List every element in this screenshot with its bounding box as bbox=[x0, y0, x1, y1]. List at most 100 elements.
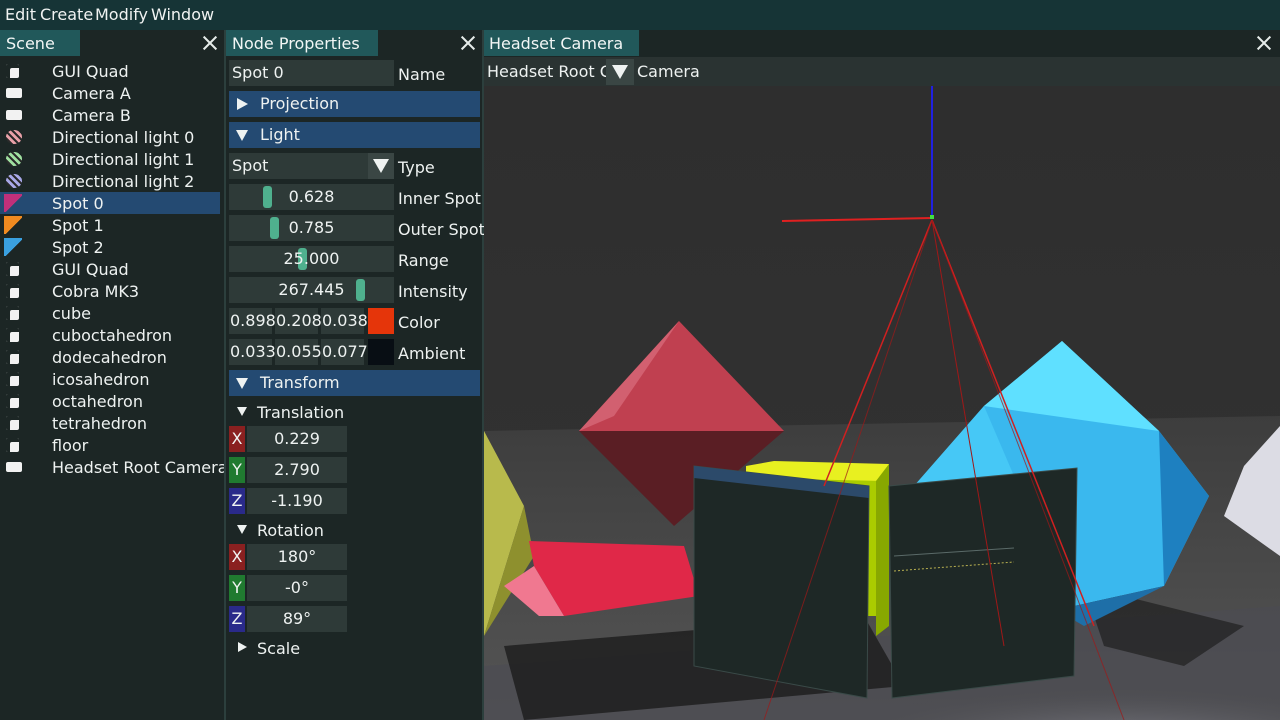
scene-item-label: Directional light 2 bbox=[52, 172, 195, 191]
scene-item[interactable]: tetrahedron bbox=[0, 412, 220, 434]
scene-item-label: Headset Root Camera bbox=[52, 458, 228, 477]
menu-bar: Edit Create Modify Window bbox=[0, 0, 1280, 30]
scene-item-label: octahedron bbox=[52, 392, 143, 411]
scene-item[interactable]: Directional light 0 bbox=[0, 126, 220, 148]
scene-item[interactable]: Spot 1 bbox=[0, 214, 220, 236]
scene-item-label: Cobra MK3 bbox=[52, 282, 140, 301]
scene-item[interactable]: Spot 2 bbox=[0, 236, 220, 258]
outer-spot-label: Outer Spot bbox=[398, 220, 485, 239]
scene-item[interactable]: Camera A bbox=[0, 82, 220, 104]
scene-item[interactable]: GUI Quad bbox=[0, 258, 220, 280]
ambient-g-input[interactable]: 0.055 bbox=[275, 339, 322, 365]
color-r-input[interactable]: 0.898 bbox=[229, 308, 276, 334]
camera-icon bbox=[6, 110, 22, 120]
rotation-tree-node[interactable]: Rotation bbox=[233, 518, 433, 542]
chevron-down-icon bbox=[237, 407, 247, 416]
gui-quad-left bbox=[693, 465, 870, 699]
scene-tab[interactable]: Scene bbox=[0, 30, 80, 56]
dropdown-button[interactable] bbox=[606, 59, 634, 85]
scene-item[interactable]: Spot 0 bbox=[0, 192, 220, 214]
color-b-input[interactable]: 0.038 bbox=[321, 308, 368, 334]
scene-item-label: Camera A bbox=[52, 84, 131, 103]
mesh-icon bbox=[6, 306, 19, 320]
close-icon[interactable] bbox=[200, 33, 220, 53]
close-icon[interactable] bbox=[1254, 33, 1274, 53]
translation-y-input[interactable]: 2.790 bbox=[247, 457, 347, 483]
scene-title: Scene bbox=[6, 34, 55, 53]
light-type-select[interactable]: Spot bbox=[229, 153, 394, 179]
name-label: Name bbox=[398, 65, 446, 84]
color-g-input[interactable]: 0.208 bbox=[275, 308, 322, 334]
headset-camera-tab[interactable]: Headset Camera bbox=[484, 30, 639, 56]
scene-item-label: cuboctahedron bbox=[52, 326, 173, 345]
chevron-right-icon bbox=[237, 98, 248, 110]
ambient-r-input[interactable]: 0.033 bbox=[229, 339, 276, 365]
viewport-toolbar: Headset Root Ca Camera bbox=[484, 57, 1280, 86]
rotation-z-input[interactable]: 89° bbox=[247, 606, 347, 632]
scene-item[interactable]: dodecahedron bbox=[0, 346, 220, 368]
headset-camera-panel: Headset Camera Headset Root Ca Camera bbox=[484, 30, 1280, 86]
headset-camera-title: Headset Camera bbox=[489, 34, 624, 53]
gui-quad-icon bbox=[6, 64, 19, 78]
scene-item[interactable]: GUI Quad bbox=[0, 60, 220, 82]
range-slider[interactable]: 25.000 bbox=[229, 246, 394, 272]
color-swatch[interactable] bbox=[368, 308, 394, 334]
scene-item[interactable]: cube bbox=[0, 302, 220, 324]
scene-item-label: GUI Quad bbox=[52, 62, 129, 81]
scene-item-label: Directional light 1 bbox=[52, 150, 195, 169]
axis-x-tag: X bbox=[229, 544, 245, 570]
intensity-slider[interactable]: 267.445 bbox=[229, 277, 394, 303]
outer-spot-slider[interactable]: 0.785 bbox=[229, 215, 394, 241]
scene-item[interactable]: Cobra MK3 bbox=[0, 280, 220, 302]
scene-item-label: Camera B bbox=[52, 106, 131, 125]
mesh-icon bbox=[6, 350, 19, 364]
scene-item[interactable]: cuboctahedron bbox=[0, 324, 220, 346]
chevron-down-icon bbox=[373, 159, 389, 173]
scene-item[interactable]: floor bbox=[0, 434, 220, 456]
scene-item[interactable]: Headset Root Camera bbox=[0, 456, 228, 478]
translation-z-input[interactable]: -1.190 bbox=[247, 488, 347, 514]
scene-item-label: dodecahedron bbox=[52, 348, 167, 367]
ambient-b-input[interactable]: 0.077 bbox=[321, 339, 368, 365]
ambient-label: Ambient bbox=[398, 344, 466, 363]
chevron-down-icon bbox=[612, 65, 628, 79]
inner-spot-slider[interactable]: 0.628 bbox=[229, 184, 394, 210]
node-properties-title: Node Properties bbox=[232, 34, 360, 53]
cube-side bbox=[876, 464, 889, 636]
menu-window[interactable]: Window bbox=[151, 5, 214, 24]
translation-tree-node[interactable]: Translation bbox=[233, 400, 433, 424]
menu-modify[interactable]: Modify bbox=[95, 5, 148, 24]
transform-section-header[interactable]: Transform bbox=[229, 370, 480, 396]
scene-item[interactable]: icosahedron bbox=[0, 368, 220, 390]
close-icon[interactable] bbox=[458, 33, 478, 53]
scene-item-label: floor bbox=[52, 436, 89, 455]
scene-item[interactable]: Directional light 2 bbox=[0, 170, 220, 192]
mesh-icon bbox=[6, 416, 19, 430]
translation-x-input[interactable]: 0.229 bbox=[247, 426, 347, 452]
color-label: Color bbox=[398, 313, 440, 332]
3d-viewport[interactable] bbox=[484, 86, 1280, 720]
axis-y-tag: Y bbox=[229, 575, 245, 601]
menu-edit[interactable]: Edit bbox=[5, 5, 36, 24]
node-properties-tab[interactable]: Node Properties bbox=[226, 30, 378, 56]
mesh-icon bbox=[6, 328, 19, 342]
menu-create[interactable]: Create bbox=[40, 5, 93, 24]
type-label: Type bbox=[398, 158, 435, 177]
camera-select[interactable]: Headset Root Ca bbox=[484, 59, 634, 85]
light-section-header[interactable]: Light bbox=[229, 122, 480, 148]
scene-item[interactable]: octahedron bbox=[0, 390, 220, 412]
axis-z-tag: Z bbox=[229, 606, 245, 632]
axis-z-tag: Z bbox=[229, 488, 245, 514]
scene-item-label: Directional light 0 bbox=[52, 128, 195, 147]
ambient-swatch[interactable] bbox=[368, 339, 394, 365]
directional-light-icon bbox=[6, 152, 22, 166]
rotation-y-input[interactable]: -0° bbox=[247, 575, 347, 601]
scale-tree-node[interactable]: Scale bbox=[233, 636, 433, 660]
rotation-x-input[interactable]: 180° bbox=[247, 544, 347, 570]
projection-section-header[interactable]: Projection bbox=[229, 91, 480, 117]
dropdown-button[interactable] bbox=[368, 153, 394, 179]
scene-item[interactable]: Camera B bbox=[0, 104, 220, 126]
name-input[interactable]: Spot 0 bbox=[229, 60, 394, 86]
directional-light-icon bbox=[6, 130, 22, 144]
scene-item[interactable]: Directional light 1 bbox=[0, 148, 220, 170]
